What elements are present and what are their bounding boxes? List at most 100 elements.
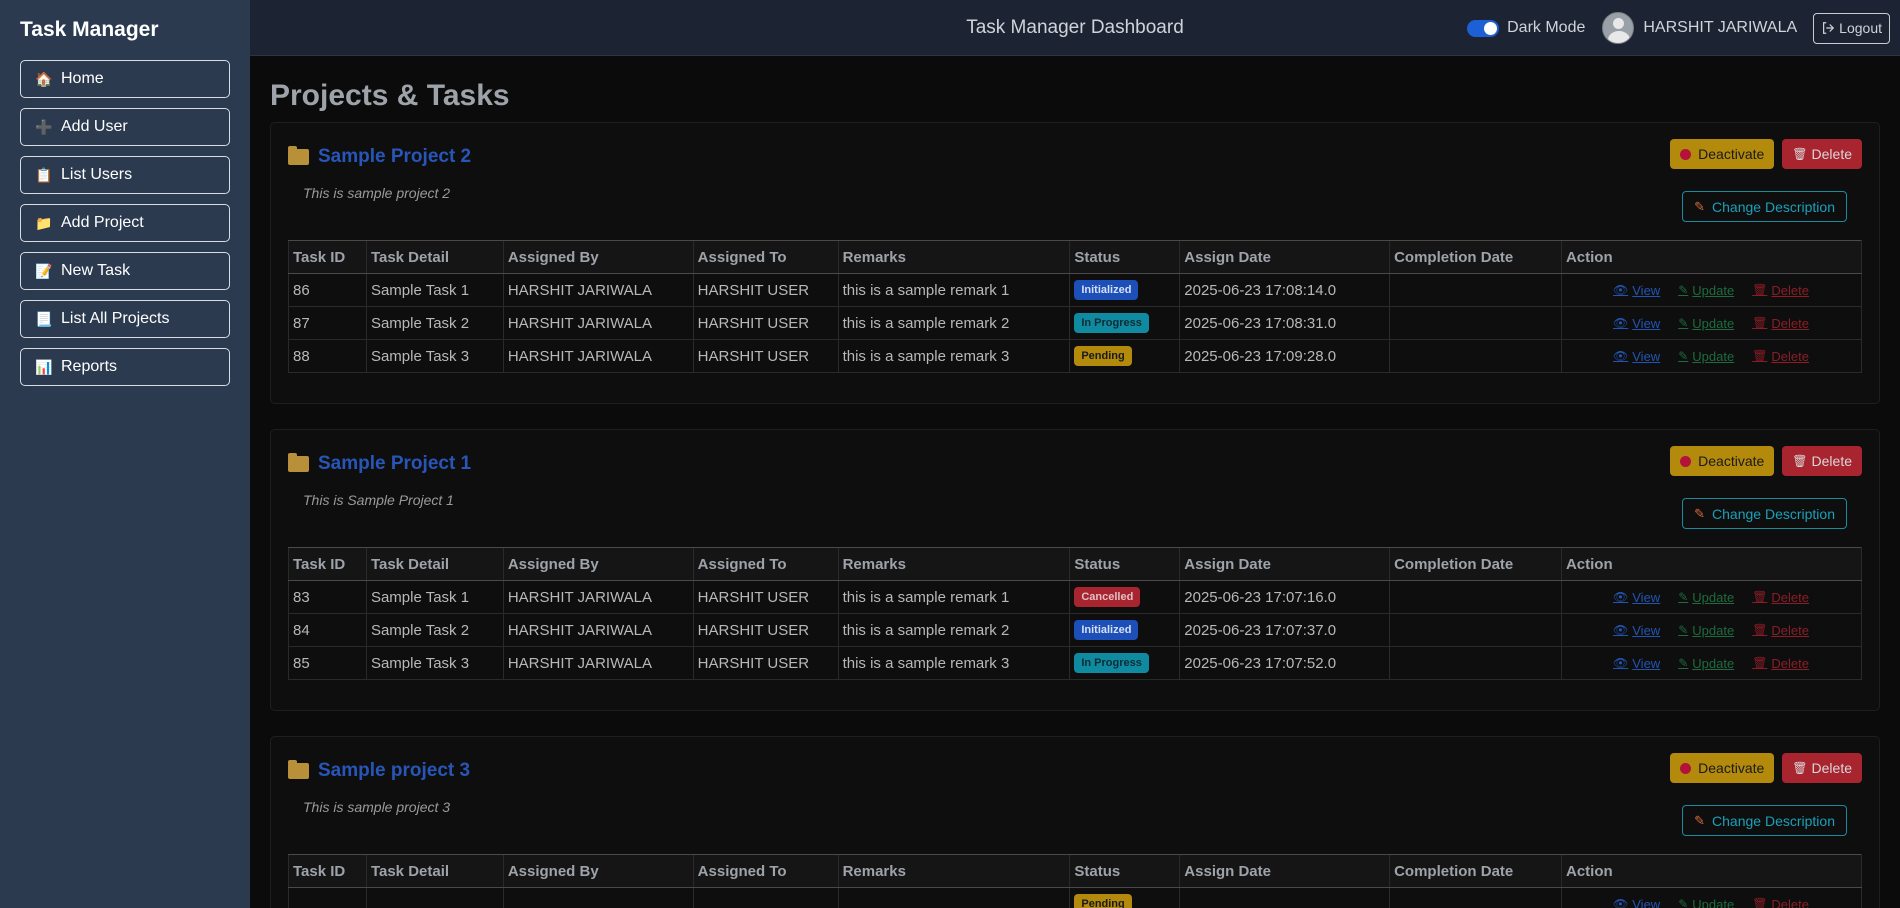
sidebar-item-list-all-projects[interactable]: 📃 List All Projects: [20, 300, 230, 338]
update-task-link[interactable]: ✎ Update: [1678, 283, 1734, 298]
column-header: Assigned To: [692, 854, 839, 888]
update-label: Update: [1692, 896, 1735, 908]
delete-task-link[interactable]: 🗑 Delete: [1752, 623, 1809, 638]
delete-project-button[interactable]: 🗑 Delete: [1782, 446, 1862, 476]
table-header-row: Task ID Task Detail Assigned By Assigned To…: [288, 240, 1863, 274]
table-row: 86 Sample Task 1 HARSHIT JARIWALA HARSHIT U…: [288, 273, 1863, 307]
update-task-link[interactable]: ✎ Update: [1678, 349, 1734, 364]
pencil-icon: ✎: [1694, 812, 1706, 828]
assign-date: 2025-06-23 17:08:31.0: [1179, 306, 1390, 340]
view-task-link[interactable]: 👁 View: [1613, 897, 1660, 908]
change-description-button[interactable]: ✎ Change Description: [1682, 498, 1847, 529]
delete-task-link[interactable]: 🗑 Delete: [1752, 283, 1809, 298]
column-header: Task ID: [288, 240, 367, 274]
remarks: this is a sample remark 3: [837, 646, 1070, 680]
view-label: View: [1632, 348, 1661, 364]
delete-project-button[interactable]: 🗑 Delete: [1782, 139, 1862, 169]
assigned-to: HARSHIT USER: [692, 580, 839, 614]
view-task-link[interactable]: 👁 View: [1613, 590, 1660, 605]
sidebar-item-label: Add User: [61, 118, 128, 135]
change-description-button[interactable]: ✎ Change Description: [1682, 805, 1847, 836]
view-label: View: [1632, 315, 1661, 331]
action-cell: 👁 View ✎ Update 🗑 Delete: [1560, 646, 1863, 680]
delete-task-label: Delete: [1771, 896, 1809, 908]
sidebar-item-add-user[interactable]: ➕ Add User: [20, 108, 230, 146]
deactivate-button[interactable]: Deactivate: [1670, 139, 1775, 169]
avatar: [1602, 12, 1635, 44]
sidebar-item-reports[interactable]: 📊 Reports: [20, 348, 230, 386]
assign-date: 2025-06-23 17:07:52.0: [1179, 646, 1390, 680]
edit-icon: ✎: [1678, 283, 1689, 297]
task-detail: Sample Task 2: [365, 613, 504, 647]
completion-date: [1389, 613, 1562, 647]
view-task-link[interactable]: 👁 View: [1613, 316, 1660, 331]
sidebar-item-label: New Task: [61, 262, 131, 279]
pencil-icon: ✎: [1694, 505, 1706, 521]
trash-icon: 🗑: [1752, 897, 1768, 908]
project-title: Sample project 3: [288, 760, 470, 782]
logout-button[interactable]: Logout: [1813, 12, 1890, 44]
column-header: Assigned To: [692, 547, 839, 581]
table-header-row: Task ID Task Detail Assigned By Assigned To…: [288, 854, 1863, 888]
logout-label: Logout: [1839, 20, 1882, 36]
view-task-link[interactable]: 👁 View: [1613, 349, 1660, 364]
edit-icon: ✎: [1678, 656, 1689, 670]
task-id: 87: [288, 306, 367, 340]
status-cell: Cancelled: [1069, 580, 1180, 614]
update-task-link[interactable]: ✎ Update: [1678, 316, 1734, 331]
deactivate-button[interactable]: Deactivate: [1670, 753, 1775, 783]
sidebar-item-home[interactable]: 🏠 Home: [20, 60, 230, 98]
action-cell: 👁 View ✎ Update 🗑 Delete: [1560, 273, 1863, 307]
status-badge: In Progress: [1074, 313, 1149, 333]
status-cell: Pending: [1069, 339, 1180, 373]
sidebar-item-label: Home: [61, 70, 104, 87]
assign-date: 2025-06-23 17:09:28.0: [1179, 339, 1390, 373]
column-header: Task Detail: [365, 240, 504, 274]
delete-task-link[interactable]: 🗑 Delete: [1752, 897, 1809, 908]
status-cell: In Progress: [1069, 306, 1180, 340]
table-row: 83 Sample Task 1 HARSHIT JARIWALA HARSHIT U…: [288, 580, 1863, 614]
update-task-link[interactable]: ✎ Update: [1678, 590, 1734, 605]
deactivate-button[interactable]: Deactivate: [1670, 446, 1775, 476]
sidebar-item-label: List All Projects: [61, 310, 170, 327]
update-task-link[interactable]: ✎ Update: [1678, 656, 1734, 671]
change-description-button[interactable]: ✎ Change Description: [1682, 191, 1847, 222]
remarks: this is a sample remark 1: [837, 273, 1070, 307]
status-cell: Initialized: [1069, 273, 1180, 307]
column-header: Task ID: [288, 854, 367, 888]
column-header: Assign Date: [1179, 240, 1390, 274]
table-row: Pending 👁 View ✎ Update 🗑 Delete: [288, 887, 1863, 908]
completion-date: [1389, 887, 1562, 908]
view-task-link[interactable]: 👁 View: [1613, 283, 1660, 298]
task-id: [288, 887, 367, 908]
folder-icon: [288, 146, 309, 165]
delete-project-button[interactable]: 🗑 Delete: [1782, 753, 1862, 783]
task-detail: Sample Task 1: [365, 273, 504, 307]
completion-date: [1389, 306, 1562, 340]
sidebar-item-add-project[interactable]: 📁 Add Project: [20, 204, 230, 242]
dark-mode-toggle[interactable]: [1467, 19, 1500, 37]
clipboard-icon: 📋: [35, 166, 53, 183]
delete-label: Delete: [1811, 146, 1852, 162]
remarks: this is a sample remark 3: [837, 339, 1070, 373]
update-task-link[interactable]: ✎ Update: [1678, 897, 1734, 908]
delete-task-link[interactable]: 🗑 Delete: [1752, 316, 1809, 331]
delete-task-link[interactable]: 🗑 Delete: [1752, 590, 1809, 605]
sidebar-item-list-users[interactable]: 📋 List Users: [20, 156, 230, 194]
deactivate-label: Deactivate: [1698, 453, 1765, 469]
project-name: Sample Project 1: [318, 453, 472, 474]
delete-task-link[interactable]: 🗑 Delete: [1752, 349, 1809, 364]
column-header: Action: [1560, 240, 1863, 274]
delete-task-link[interactable]: 🗑 Delete: [1752, 656, 1809, 671]
update-task-link[interactable]: ✎ Update: [1678, 623, 1734, 638]
eye-icon: 👁: [1613, 897, 1629, 908]
view-task-link[interactable]: 👁 View: [1613, 623, 1660, 638]
task-id: 86: [288, 273, 367, 307]
plus-icon: ➕: [35, 118, 53, 135]
assign-date: [1179, 887, 1390, 908]
sidebar-item-new-task[interactable]: 📝 New Task: [20, 252, 230, 290]
status-badge: In Progress: [1074, 653, 1149, 673]
view-task-link[interactable]: 👁 View: [1613, 656, 1660, 671]
action-cell: 👁 View ✎ Update 🗑 Delete: [1560, 613, 1863, 647]
trash-icon: 🗑: [1752, 656, 1768, 670]
